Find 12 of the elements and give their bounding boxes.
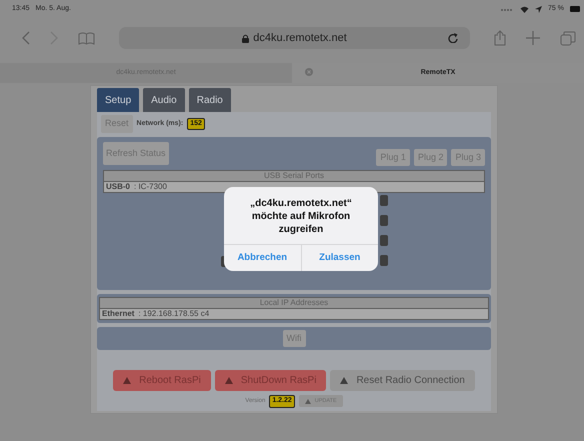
dialog-button[interactable]: Abbrechen	[224, 245, 300, 271]
row-value: : 192.168.178.55 c4	[138, 308, 210, 318]
url-text: dc4ku.remotetx.net	[253, 30, 347, 46]
action-button[interactable]: Reset Radio Connection	[330, 370, 475, 391]
row-name: USB-0	[106, 182, 130, 191]
row-name: Ethernet	[102, 308, 134, 318]
row-value: : IC-7300	[134, 182, 167, 191]
app-tab[interactable]: Radio	[188, 88, 231, 112]
dialog-message: „dc4ku.remotetx.net“ möchte auf Mikrofon zugreifen	[249, 197, 353, 237]
app-tab[interactable]: Audio	[143, 88, 185, 112]
app-tab[interactable]: Setup	[97, 88, 140, 112]
dialog-button[interactable]: Zulassen	[300, 245, 378, 271]
